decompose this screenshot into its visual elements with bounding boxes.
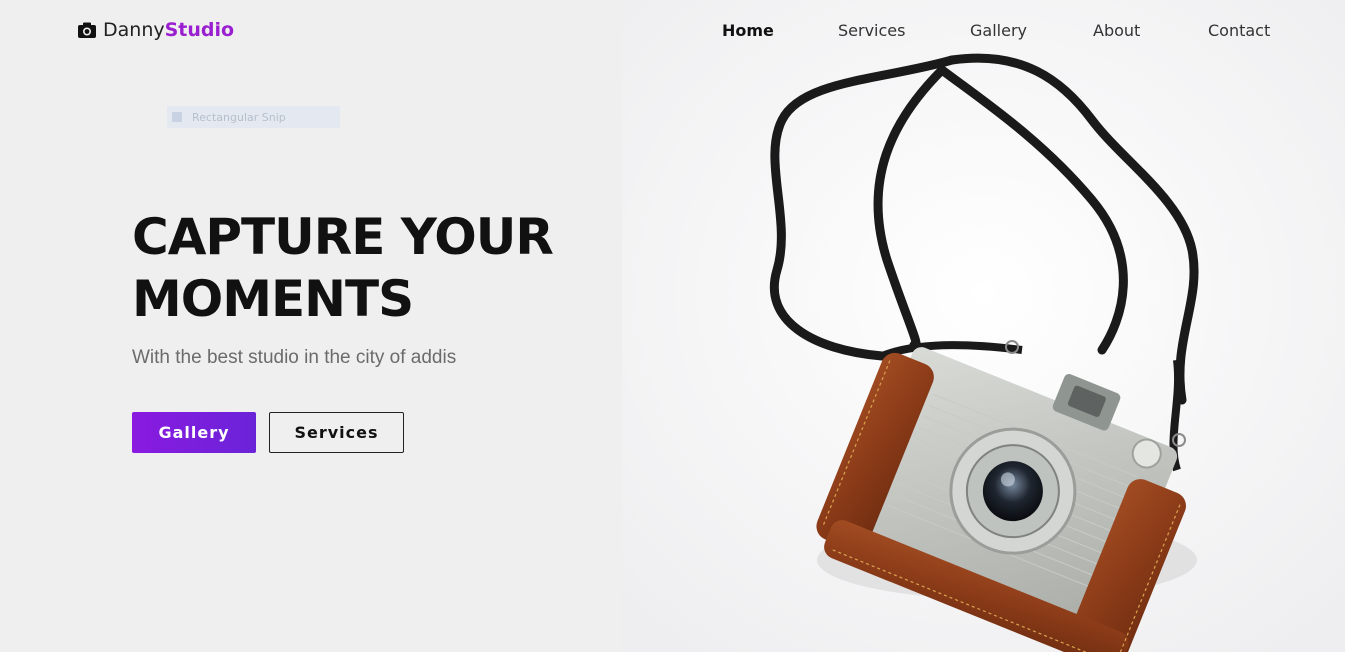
landing-page: DannyStudio Home Services Gallery About … [0, 0, 1345, 652]
brand-logo[interactable]: DannyStudio [77, 19, 234, 41]
nav-home[interactable]: Home [722, 21, 774, 40]
hero-title: CAPTURE YOUR MOMENTS [132, 208, 554, 328]
snip-toolbar: Rectangular Snip [167, 106, 340, 128]
nav-services[interactable]: Services [838, 21, 905, 40]
brand-name: Danny [103, 19, 165, 41]
gallery-button[interactable]: Gallery [132, 412, 256, 453]
nav-gallery[interactable]: Gallery [970, 21, 1027, 40]
hero-image-panel [622, 0, 1345, 652]
nav-about[interactable]: About [1093, 21, 1140, 40]
snip-icon [172, 112, 182, 122]
services-button[interactable]: Services [269, 412, 404, 453]
brand-accent: Studio [164, 19, 235, 41]
nav-contact[interactable]: Contact [1208, 21, 1270, 40]
vintage-camera-photo [622, 0, 1345, 652]
main-nav: Home Services Gallery About Contact [700, 21, 1290, 43]
snip-label: Rectangular Snip [192, 110, 286, 124]
camera-icon [78, 22, 96, 38]
hero-subtitle: With the best studio in the city of addi… [132, 347, 457, 368]
